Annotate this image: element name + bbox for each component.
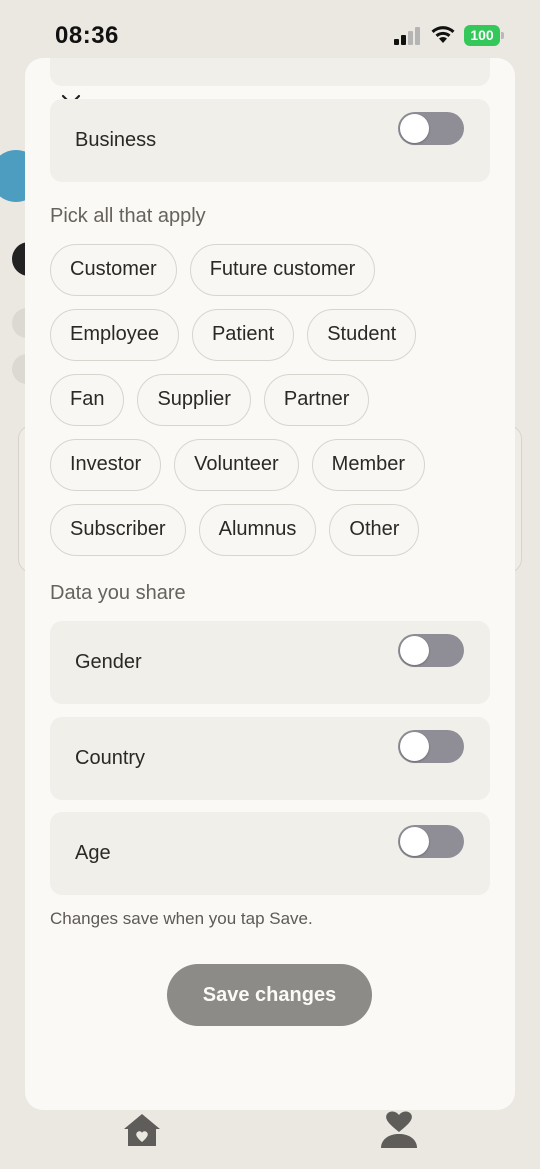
gender-toggle-row: Gender <box>50 621 490 704</box>
save-hint: Changes save when you tap Save. <box>50 909 313 928</box>
chip-patient[interactable]: Patient <box>191 309 295 361</box>
chip-member[interactable]: Member <box>311 439 426 491</box>
chip-student[interactable]: Student <box>307 309 417 361</box>
country-toggle-row: Country <box>50 717 490 800</box>
country-toggle[interactable] <box>398 730 464 763</box>
sheet-top-card <box>50 58 490 86</box>
relationship-section-title: Pick all that apply <box>50 205 206 227</box>
bottom-nav <box>0 1110 540 1169</box>
chip-fan[interactable]: Fan <box>50 374 125 426</box>
chip-supplier[interactable]: Supplier <box>137 374 251 426</box>
status-time: 08:36 <box>55 22 119 49</box>
business-toggle[interactable] <box>398 112 464 145</box>
save-changes-button[interactable]: Save changes <box>167 964 372 1026</box>
battery-level: 100 <box>464 25 500 46</box>
data-share-section-title: Data you share <box>50 582 186 604</box>
battery-tip <box>501 32 504 39</box>
business-toggle-row: Business <box>50 99 490 182</box>
chip-other[interactable]: Other <box>329 504 420 556</box>
country-toggle-label: Country <box>75 747 146 769</box>
age-toggle-row: Age <box>50 812 490 895</box>
age-toggle[interactable] <box>398 825 464 858</box>
battery-icon: 100 <box>464 25 504 46</box>
chip-investor[interactable]: Investor <box>50 439 162 491</box>
toggle-knob <box>400 732 429 761</box>
chip-future-customer[interactable]: Future customer <box>189 244 376 296</box>
age-toggle-label: Age <box>75 842 111 864</box>
signal-icon <box>394 27 420 45</box>
chip-alumnus[interactable]: Alumnus <box>198 504 317 556</box>
chip-volunteer[interactable]: Volunteer <box>174 439 299 491</box>
chip-partner[interactable]: Partner <box>263 374 370 426</box>
gender-toggle-label: Gender <box>75 651 142 673</box>
chip-customer[interactable]: Customer <box>50 244 177 296</box>
relationship-chip-list: Customer Future customer Employee Patien… <box>50 244 470 556</box>
toggle-knob <box>400 636 429 665</box>
gender-toggle[interactable] <box>398 634 464 667</box>
business-toggle-label: Business <box>75 129 157 151</box>
person-heart-icon[interactable] <box>378 1110 420 1148</box>
wifi-icon <box>431 26 455 43</box>
home-heart-icon[interactable] <box>122 1112 162 1148</box>
chip-subscriber[interactable]: Subscriber <box>50 504 186 556</box>
toggle-knob <box>400 827 429 856</box>
chip-employee[interactable]: Employee <box>50 309 179 361</box>
status-bar: 08:36 100 <box>0 0 540 60</box>
edit-relationship-sheet: Business Pick all that apply Customer Fu… <box>25 58 515 1110</box>
toggle-knob <box>400 114 429 143</box>
